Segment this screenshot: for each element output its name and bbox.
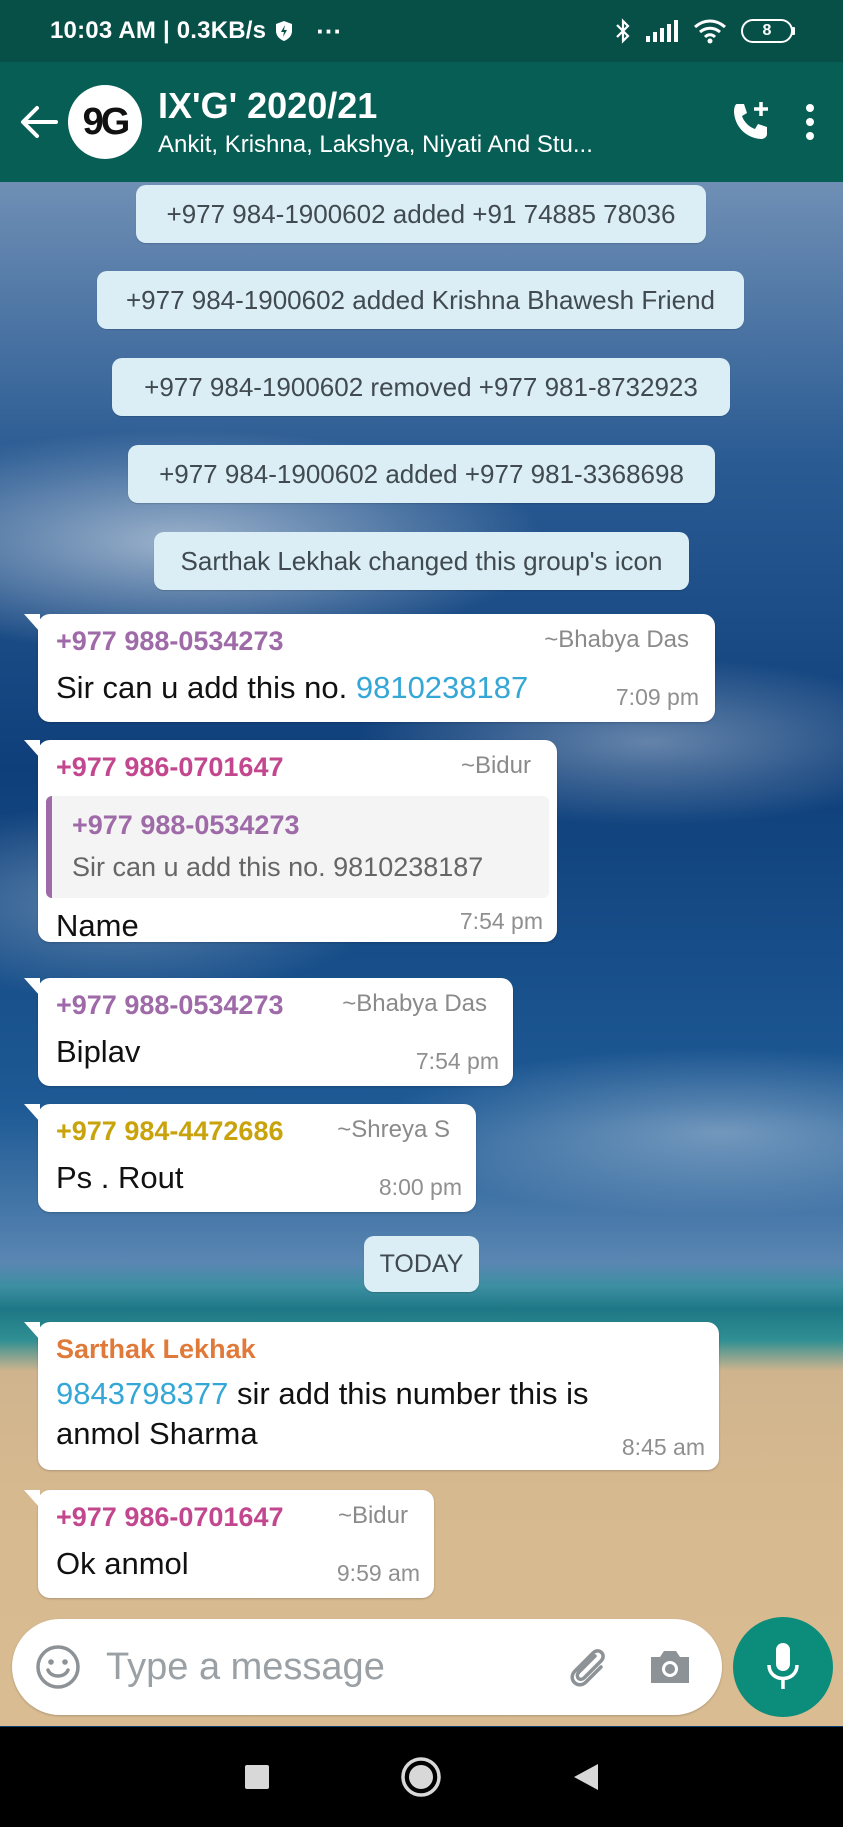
triangle-back-icon <box>573 1764 598 1790</box>
message-text: Ok anmol <box>56 1546 189 1581</box>
message-text: Biplav <box>56 1034 141 1069</box>
message-sender: +977 986-0701647 <box>56 752 284 782</box>
message-time: 7:54 pm <box>415 1048 499 1074</box>
recents-button[interactable] <box>244 1764 270 1790</box>
quoted-message[interactable]: +977 988-0534273 Sir can u add this no. … <box>46 796 549 898</box>
phone-link[interactable]: 9843798377 <box>56 1376 228 1411</box>
signal-icon <box>645 19 679 43</box>
message-sender: Sarthak Lekhak <box>56 1334 256 1364</box>
square-icon <box>244 1765 269 1789</box>
system-navigation-bar <box>0 1727 843 1827</box>
camera-button[interactable] <box>640 1637 700 1697</box>
date-divider: TODAY <box>364 1236 479 1292</box>
system-message: Sarthak Lekhak changed this group's icon <box>154 532 689 590</box>
phone-link[interactable]: 9810238187 <box>356 670 528 705</box>
chat-area[interactable]: +977 984-1900602 added +91 74885 78036 +… <box>0 182 843 1619</box>
group-avatar[interactable]: 9G <box>68 85 142 159</box>
message-sender: +977 986-0701647 <box>56 1502 284 1532</box>
message-bubble[interactable]: +977 984-4472686 ~Shreya S Ps . Rout 8:0… <box>24 1104 476 1212</box>
message-bubble[interactable]: +977 988-0534273 ~Bhabya Das Biplav 7:54… <box>24 978 513 1086</box>
message-input[interactable]: Type a message <box>106 1646 558 1689</box>
camera-icon <box>651 1651 689 1683</box>
arrow-left-icon <box>21 106 58 138</box>
system-message: +977 984-1900602 added +91 74885 78036 <box>136 185 706 243</box>
smiley-icon <box>36 1645 80 1689</box>
group-info[interactable]: IX'G' 2020/21 Ankit, Krishna, Lakshya, N… <box>158 85 688 159</box>
message-bubble[interactable]: +977 986-0701647 ~Bidur Ok anmol 9:59 am <box>24 1490 434 1598</box>
shield-icon <box>274 20 294 42</box>
add-call-button[interactable] <box>727 98 775 146</box>
message-bubble[interactable]: Sarthak Lekhak 9843798377 sir add this n… <box>24 1322 719 1470</box>
back-nav-button[interactable] <box>572 1762 600 1792</box>
group-title: IX'G' 2020/21 <box>158 85 378 126</box>
message-time: 8:45 am <box>621 1434 705 1460</box>
message-time: 9:59 am <box>336 1560 420 1586</box>
message-alias: ~Bhabya Das <box>342 990 487 1017</box>
back-button[interactable] <box>10 93 68 151</box>
status-time: 10:03 AM | 0.3KB/s <box>50 17 267 44</box>
message-time: 7:54 pm <box>459 908 543 934</box>
kebab-menu-icon <box>806 104 814 140</box>
message-alias: ~Bidur <box>460 752 531 779</box>
home-button[interactable] <box>400 1756 442 1798</box>
chat-header: 9G IX'G' 2020/21 Ankit, Krishna, Lakshya… <box>0 62 843 182</box>
system-message: +977 984-1900602 removed +977 981-873292… <box>112 358 730 416</box>
battery-level: 8 <box>762 22 772 39</box>
message-sender: +977 988-0534273 <box>56 990 284 1020</box>
message-time: 7:09 pm <box>615 684 699 710</box>
system-message: +977 984-1900602 added +977 981-3368698 <box>128 445 715 503</box>
message-text: 9843798377 sir add this number this is <box>56 1376 589 1411</box>
message-text: Ps . Rout <box>56 1160 184 1195</box>
status-bar: 10:03 AM | 0.3KB/s ··· 8 <box>0 0 843 62</box>
message-alias: ~Bhabya Das <box>544 626 689 653</box>
voice-message-button[interactable] <box>733 1617 833 1717</box>
message-composer: Type a message <box>12 1619 722 1715</box>
message-sender: +977 988-0534273 <box>56 626 284 656</box>
attach-button[interactable] <box>558 1637 618 1697</box>
wifi-icon <box>693 18 727 44</box>
message-alias: ~Bidur <box>337 1502 408 1529</box>
message-text: Sir can u add this no. 9810238187 <box>56 670 529 705</box>
bluetooth-icon <box>615 18 631 44</box>
circle-icon <box>400 1757 441 1797</box>
message-bubble[interactable]: +977 988-0534273 ~Bhabya Das Sir can u a… <box>24 614 715 722</box>
message-text: Name <box>56 908 139 943</box>
quoted-sender: +977 988-0534273 <box>72 810 300 840</box>
message-sender: +977 984-4472686 <box>56 1116 284 1146</box>
message-alias: ~Shreya S <box>337 1116 450 1143</box>
battery-icon: 8 <box>741 19 795 43</box>
emoji-button[interactable] <box>32 1641 84 1693</box>
phone-plus-icon <box>734 102 768 139</box>
more-options-button[interactable] <box>803 102 817 142</box>
microphone-icon <box>767 1643 799 1689</box>
group-members: Ankit, Krishna, Lakshya, Niyati And Stu.… <box>158 131 593 158</box>
message-text: anmol Sharma <box>56 1416 258 1451</box>
system-message: +977 984-1900602 added Krishna Bhawesh F… <box>97 271 744 329</box>
paperclip-icon <box>570 1649 605 1687</box>
message-bubble[interactable]: +977 986-0701647 ~Bidur +977 988-0534273… <box>24 740 557 943</box>
more-notifications-icon: ··· <box>316 15 343 46</box>
quoted-text: Sir can u add this no. 9810238187 <box>72 852 484 882</box>
message-time: 8:00 pm <box>378 1174 462 1200</box>
